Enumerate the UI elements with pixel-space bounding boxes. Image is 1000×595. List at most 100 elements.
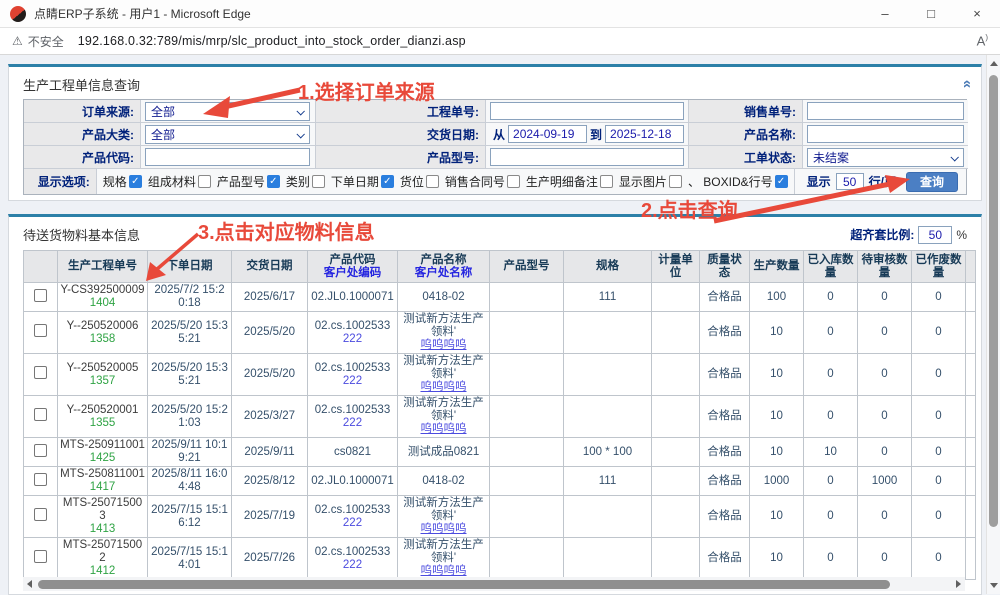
order-no[interactable]: MTS-250715002 (60, 539, 145, 565)
row-checkbox[interactable] (34, 473, 47, 486)
customer-name-link[interactable]: 呜呜呜呜 (400, 523, 487, 536)
order-no[interactable]: Y--250520001 (60, 404, 145, 417)
order-no-cell[interactable]: Y--2505200051357 (58, 354, 148, 396)
display-option[interactable]: 下单日期✓ (331, 173, 394, 190)
customer-name-link[interactable]: 呜呜呜呜 (400, 381, 487, 394)
product-name-input[interactable] (807, 125, 964, 143)
pending-qty-cell: 0 (858, 312, 912, 354)
display-option[interactable]: 货位 (400, 173, 439, 190)
checkbox-icon[interactable]: ✓ (267, 175, 280, 188)
display-option[interactable]: 规格✓ (103, 173, 142, 190)
order-source-select[interactable]: 全部 (145, 102, 310, 121)
close-button[interactable]: × (954, 0, 1000, 27)
date-to-input[interactable]: 2025-12-18 (605, 125, 684, 143)
order-no[interactable]: Y--250520006 (60, 320, 145, 333)
date-from-input[interactable]: 2024-09-19 (508, 125, 587, 143)
page-content: 生产工程单信息查询 « 订单来源: 全部 工程单号: 销售单号: 产品大类: 全… (0, 55, 1000, 594)
row-checkbox[interactable] (34, 508, 47, 521)
project-no-input[interactable] (490, 102, 684, 120)
vertical-scrollbar[interactable] (986, 55, 1000, 594)
minimize-button[interactable]: – (862, 0, 908, 27)
column-header: 产品型号 (490, 251, 564, 283)
checkbox-icon[interactable] (426, 175, 439, 188)
sales-no-input[interactable] (807, 102, 964, 120)
product-name: 测试新方法生产领料' (400, 313, 487, 339)
product-code-input[interactable] (145, 148, 310, 166)
search-button[interactable]: 查询 (906, 172, 958, 192)
checkbox-icon[interactable] (600, 175, 613, 188)
order-no[interactable]: MTS-250811001 (60, 468, 145, 481)
order-no[interactable]: Y--250520005 (60, 362, 145, 375)
horizontal-scroll-thumb[interactable] (38, 580, 890, 589)
column-header-label: 质量状态 (702, 254, 747, 280)
order-no-cell[interactable]: MTS-2507150031413 (58, 496, 148, 538)
checkbox-icon[interactable]: ✓ (775, 175, 788, 188)
scroll-left-icon[interactable] (27, 580, 32, 588)
collapse-icon[interactable]: « (962, 80, 972, 88)
scroll-right-icon[interactable] (956, 580, 961, 588)
order-no[interactable]: MTS-250715003 (60, 497, 145, 523)
horizontal-scrollbar[interactable] (23, 577, 965, 591)
order-no-cell[interactable]: MTS-2507150021412 (58, 538, 148, 580)
customer-code-link[interactable]: 222 (310, 417, 395, 430)
url-text[interactable]: 192.168.0.32:789/mis/mrp/slc_product_int… (78, 34, 466, 48)
product-code-cell: 02.JL0.1000071 (308, 283, 398, 312)
display-option[interactable]: 组成材料 (148, 173, 211, 190)
scroll-up-icon[interactable] (990, 61, 998, 66)
display-option-label: 组成材料 (148, 173, 196, 190)
checkbox-icon[interactable] (669, 175, 682, 188)
customer-code-link[interactable]: 222 (310, 517, 395, 530)
display-option[interactable]: 销售合同号 (445, 173, 520, 190)
display-option[interactable]: 生产明细备注 (526, 173, 613, 190)
ratio-label: 超齐套比例: (850, 226, 914, 243)
customer-name-link[interactable]: 呜呜呜呜 (400, 423, 487, 436)
maximize-button[interactable]: □ (908, 0, 954, 27)
display-option[interactable]: 、 BOXID&行号✓ (688, 173, 788, 190)
checkbox-icon[interactable]: ✓ (129, 175, 142, 188)
security-label[interactable]: 不安全 (28, 33, 64, 50)
order-no-cell[interactable]: Y--2505200061358 (58, 312, 148, 354)
customer-code-link[interactable]: 222 (310, 375, 395, 388)
row-checkbox[interactable] (34, 366, 47, 379)
row-checkbox[interactable] (34, 289, 47, 302)
display-option-label: 货位 (400, 173, 424, 190)
order-no-sub: 1425 (60, 452, 145, 465)
order-status-select[interactable]: 未结案 (807, 148, 964, 167)
checkbox-icon[interactable] (198, 175, 211, 188)
display-option[interactable]: 产品型号✓ (217, 173, 280, 190)
product-code-cell: 02.JL0.1000071 (308, 467, 398, 496)
stub-cell (966, 438, 976, 467)
order-no[interactable]: Y-CS392500009 (60, 284, 145, 297)
scroll-down-icon[interactable] (990, 583, 998, 588)
checkbox-icon[interactable]: ✓ (381, 175, 394, 188)
address-bar[interactable]: ⚠ 不安全 192.168.0.32:789/mis/mrp/slc_produ… (0, 28, 1000, 55)
product-code-cell: 02.cs.1002533222 (308, 496, 398, 538)
customer-code-link[interactable]: 222 (310, 559, 395, 572)
pagesize-input[interactable]: 50 (836, 173, 864, 190)
checkbox-icon[interactable] (507, 175, 520, 188)
row-checkbox[interactable] (34, 444, 47, 457)
order-no-cell[interactable]: Y-CS3925000091404 (58, 283, 148, 312)
customer-name-link[interactable]: 呜呜呜呜 (400, 339, 487, 352)
order-no-cell[interactable]: MTS-2509110011425 (58, 438, 148, 467)
order-no-cell[interactable]: MTS-2508110011417 (58, 467, 148, 496)
row-checkbox[interactable] (34, 550, 47, 563)
row-checkbox[interactable] (34, 324, 47, 337)
vertical-scroll-thumb[interactable] (989, 75, 998, 527)
product-category-value: 全部 (151, 126, 175, 143)
void-qty-cell: 0 (912, 354, 966, 396)
order-no[interactable]: MTS-250911001 (60, 439, 145, 452)
display-option[interactable]: 类别 (286, 173, 325, 190)
product-model-input[interactable] (490, 148, 684, 166)
pending-qty-cell: 0 (858, 283, 912, 312)
order-no-sub: 1417 (60, 481, 145, 494)
product-category-select[interactable]: 全部 (145, 125, 310, 144)
order-no-cell[interactable]: Y--2505200011355 (58, 396, 148, 438)
display-option-label: 销售合同号 (445, 173, 505, 190)
display-option[interactable]: 显示图片 (619, 173, 682, 190)
read-aloud-icon[interactable]: A) (977, 33, 988, 48)
row-checkbox[interactable] (34, 408, 47, 421)
checkbox-icon[interactable] (312, 175, 325, 188)
ratio-input[interactable]: 50 (918, 226, 952, 244)
customer-code-link[interactable]: 222 (310, 333, 395, 346)
